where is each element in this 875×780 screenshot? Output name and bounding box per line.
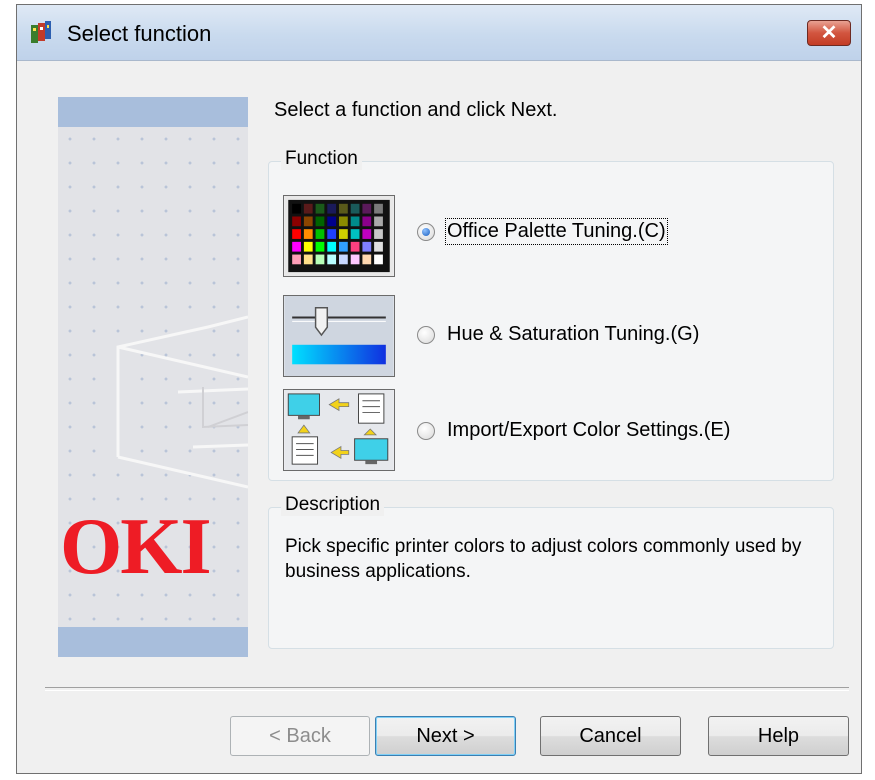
palette-swatch [292, 254, 301, 265]
palette-swatch [362, 241, 372, 252]
window-title: Select function [67, 21, 212, 46]
palette-swatch [339, 241, 348, 252]
banner-strip-top [58, 97, 248, 127]
palette-swatch [292, 203, 301, 214]
palette-swatch [362, 216, 372, 227]
title-bar[interactable]: Select function ✕ [17, 5, 861, 61]
palette-swatch [303, 203, 313, 214]
description-text: Pick specific printer colors to adjust c… [285, 536, 802, 582]
palette-swatch [374, 216, 383, 227]
hue-saturation-radio[interactable] [417, 326, 435, 344]
palette-swatch [339, 203, 348, 214]
palette-swatch [315, 254, 325, 265]
oki-logo: OKI [60, 503, 212, 591]
palette-swatch [303, 241, 313, 252]
palette-swatch [303, 254, 313, 265]
close-icon: ✕ [820, 22, 838, 44]
hue-saturation-label[interactable]: Hue & Saturation Tuning.(G) [447, 323, 699, 346]
instruction-text: Select a function and click Next. [274, 99, 558, 121]
palette-swatch [350, 203, 360, 214]
next-button[interactable]: Next > [375, 716, 516, 756]
palette-swatch [350, 254, 360, 265]
import-export-radio[interactable] [417, 422, 435, 440]
office-palette-label[interactable]: Office Palette Tuning.(C) [445, 218, 668, 245]
palette-swatch [374, 229, 383, 239]
close-button[interactable]: ✕ [807, 20, 851, 46]
palette-swatch [303, 216, 313, 227]
palette-swatch [350, 216, 360, 227]
oki-side-banner: OKI [58, 97, 248, 657]
description-group-label: Description [281, 494, 385, 516]
cancel-button[interactable]: Cancel [540, 716, 681, 756]
palette-swatch [327, 254, 337, 265]
dialog-window: Select function ✕ OKI Select a function … [16, 4, 862, 774]
palette-swatch [339, 229, 348, 239]
function-group-label: Function [281, 148, 362, 170]
palette-swatch [327, 216, 337, 227]
import-export-label[interactable]: Import/Export Color Settings.(E) [447, 419, 730, 442]
help-button[interactable]: Help [708, 716, 849, 756]
palette-swatch [315, 229, 325, 239]
color-tool-app-icon [31, 21, 51, 43]
office-palette-radio[interactable] [417, 223, 435, 241]
palette-swatch [350, 229, 360, 239]
palette-swatch [362, 229, 372, 239]
palette-swatch [327, 229, 337, 239]
description-groupbox: Description Pick specific printer colors… [268, 494, 834, 649]
palette-swatch [292, 216, 301, 227]
palette-swatch [339, 254, 348, 265]
palette-swatch [362, 254, 372, 265]
palette-swatch [327, 241, 337, 252]
palette-swatch [374, 254, 383, 265]
palette-swatch [374, 241, 383, 252]
banner-strip-bottom [58, 627, 248, 657]
palette-swatch [350, 241, 360, 252]
palette-swatch [327, 203, 337, 214]
back-button[interactable]: < Back [230, 716, 370, 756]
palette-swatch [339, 216, 348, 227]
palette-swatch [315, 203, 325, 214]
palette-swatch [292, 241, 301, 252]
hue-saturation-slider-icon [283, 295, 395, 377]
palette-swatch [362, 203, 372, 214]
palette-swatch [374, 203, 383, 214]
palette-swatch [315, 241, 325, 252]
palette-swatch [315, 216, 325, 227]
palette-swatch [303, 229, 313, 239]
palette-swatch [292, 229, 301, 239]
button-divider [45, 687, 849, 691]
color-palette-icon [283, 195, 395, 277]
import-export-icon [283, 389, 395, 471]
